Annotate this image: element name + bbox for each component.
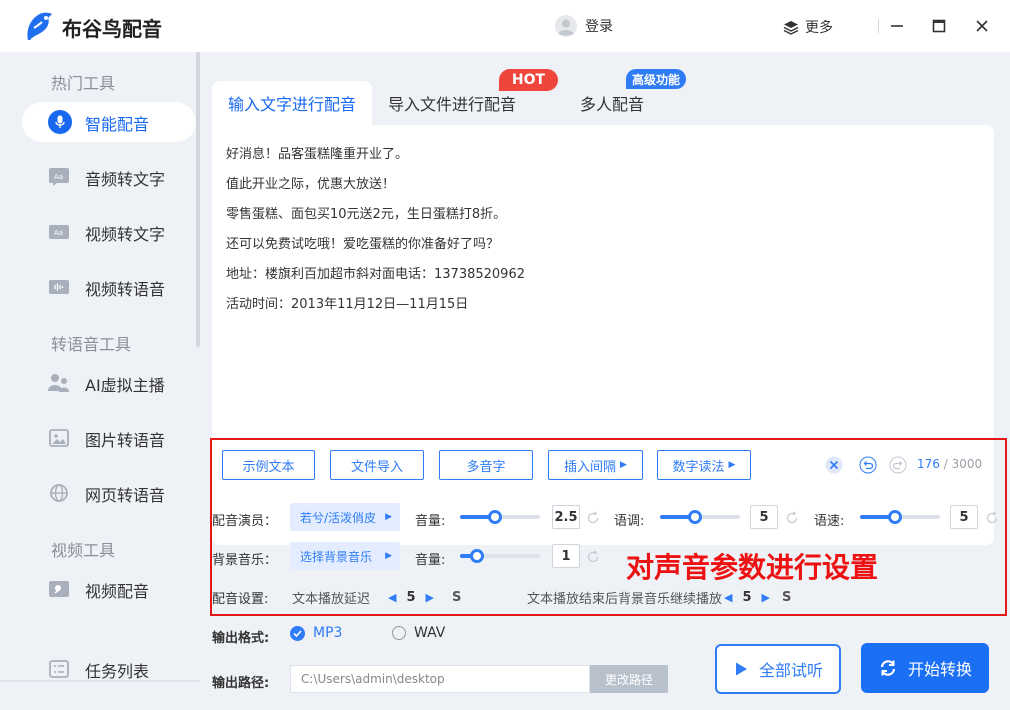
editor-line: 还可以免费试吃哦！爱吃蛋糕的你准备好了吗？ <box>226 237 500 252</box>
sidebar-item-label: 视频转语音 <box>85 280 166 299</box>
close-icon[interactable] <box>972 16 992 36</box>
sidebar-item-label: 音频转文字 <box>85 170 166 189</box>
output-format-label: 输出格式: <box>212 631 270 646</box>
login-button[interactable]: 登录 <box>555 12 613 40</box>
more-button[interactable]: 更多 <box>783 17 833 37</box>
title-bar: 布谷鸟配音 登录 更多 <box>0 0 1010 52</box>
svg-text:Aa: Aa <box>54 173 63 181</box>
output-settings: 输出格式: MP3 WAV 输出路径: C:\Users\admin\deskt… <box>210 620 1010 710</box>
audio-text-icon: Aa <box>49 168 69 186</box>
sidebar-item-label: 视频配音 <box>85 582 150 601</box>
convert-icon <box>880 660 896 676</box>
highlight-box <box>210 438 1007 616</box>
task-list-icon <box>49 660 69 678</box>
video-text-icon: Aa <box>49 225 69 239</box>
editor-line: 活动时间：2013年11月12日—11月15日 <box>226 297 469 312</box>
editor-line: 地址：楼旗利百加超市斜对面电话：13738520962 <box>226 267 525 282</box>
video-voice-icon <box>49 280 69 294</box>
sidebar-item-smart-dubbing[interactable]: 智能配音 <box>22 102 196 142</box>
microphone-icon <box>48 110 72 134</box>
sidebar-section-title: 视频工具 <box>51 541 116 560</box>
minimize-icon[interactable] <box>887 16 907 36</box>
change-path-button[interactable]: 更改路径 <box>590 665 668 693</box>
sidebar-section-title: 热门工具 <box>51 74 116 93</box>
mode-tabs: 输入文字进行配音 导入文件进行配音 多人配音 HOT 高级功能 <box>212 69 692 125</box>
play-icon <box>735 662 747 676</box>
sidebar-item-label: AI虚拟主播 <box>85 376 165 395</box>
sidebar-item-web-to-voice[interactable]: 网页转语音 <box>22 473 196 513</box>
pro-feature-badge: 高级功能 <box>626 69 686 89</box>
sidebar-item-video-to-voice[interactable]: 视频转语音 <box>22 267 196 307</box>
output-path-label: 输出路径: <box>212 676 270 691</box>
editor-line: 好消息！品客蛋糕隆重开业了。 <box>226 147 409 162</box>
tab-label: 多人配音 <box>579 95 644 114</box>
sidebar: 热门工具 智能配音 Aa 音频转文字 Aa 视频转文字 视频转语音 转语音工具 … <box>0 52 200 710</box>
output-path-field[interactable]: C:\Users\admin\desktop <box>290 665 590 693</box>
bird-logo-icon <box>27 12 52 40</box>
sidebar-item-label: 智能配音 <box>85 115 150 134</box>
sidebar-item-image-to-voice[interactable]: 图片转语音 <box>22 418 196 458</box>
tab-label: 输入文字进行配音 <box>227 95 356 114</box>
hot-badge: HOT <box>499 69 558 91</box>
sidebar-item-video-to-text[interactable]: Aa 视频转文字 <box>22 212 196 252</box>
tab-label: 导入文件进行配音 <box>387 95 516 114</box>
app-title: 布谷鸟配音 <box>62 17 162 41</box>
format-wav-radio[interactable]: WAV <box>392 625 445 641</box>
virtual-host-icon <box>48 374 69 392</box>
format-mp3-radio[interactable]: MP3 <box>290 625 342 641</box>
svg-text:Aa: Aa <box>54 229 63 237</box>
radio-checked-icon <box>290 625 305 641</box>
more-label: 更多 <box>805 20 833 36</box>
titlebar-divider <box>878 19 879 33</box>
editor-line: 零售蛋糕、面包买10元送2元，生日蛋糕打8折。 <box>226 207 507 222</box>
sidebar-item-label: 视频转文字 <box>85 225 166 244</box>
image-icon <box>49 429 69 447</box>
sidebar-item-audio-to-text[interactable]: Aa 音频转文字 <box>22 157 196 197</box>
start-convert-label: 开始转换 <box>907 660 972 679</box>
format-label: WAV <box>414 625 446 641</box>
user-avatar-icon <box>555 15 577 37</box>
sidebar-item-video-dubbing[interactable]: 视频配音 <box>22 569 196 609</box>
preview-all-label: 全部试听 <box>758 661 823 680</box>
sidebar-item-label: 图片转语音 <box>85 431 166 450</box>
sidebar-item-label: 任务列表 <box>85 662 150 681</box>
layers-icon <box>783 21 799 35</box>
login-label: 登录 <box>585 19 613 35</box>
start-convert-button[interactable]: 开始转换 <box>861 643 989 693</box>
maximize-icon[interactable] <box>929 16 949 36</box>
sidebar-section-title: 转语音工具 <box>51 335 132 354</box>
editor-line: 值此开业之际，优惠大放送！ <box>226 177 396 192</box>
format-label: MP3 <box>313 625 343 641</box>
sidebar-item-ai-virtual-host[interactable]: AI虚拟主播 <box>22 363 196 403</box>
app-window: 布谷鸟配音 登录 更多 热门工具 智能配音 Aa 音频转文字 Aa 视频转文字 … <box>0 0 1010 710</box>
radio-unchecked-icon <box>392 626 406 640</box>
sidebar-item-task-list[interactable]: 任务列表 <box>22 649 196 689</box>
preview-all-button[interactable]: 全部试听 <box>715 644 841 694</box>
sidebar-item-label: 网页转语音 <box>85 486 166 505</box>
globe-icon <box>50 484 68 502</box>
video-dub-icon <box>49 581 69 597</box>
tab-input-text[interactable]: 输入文字进行配音 <box>212 81 372 125</box>
